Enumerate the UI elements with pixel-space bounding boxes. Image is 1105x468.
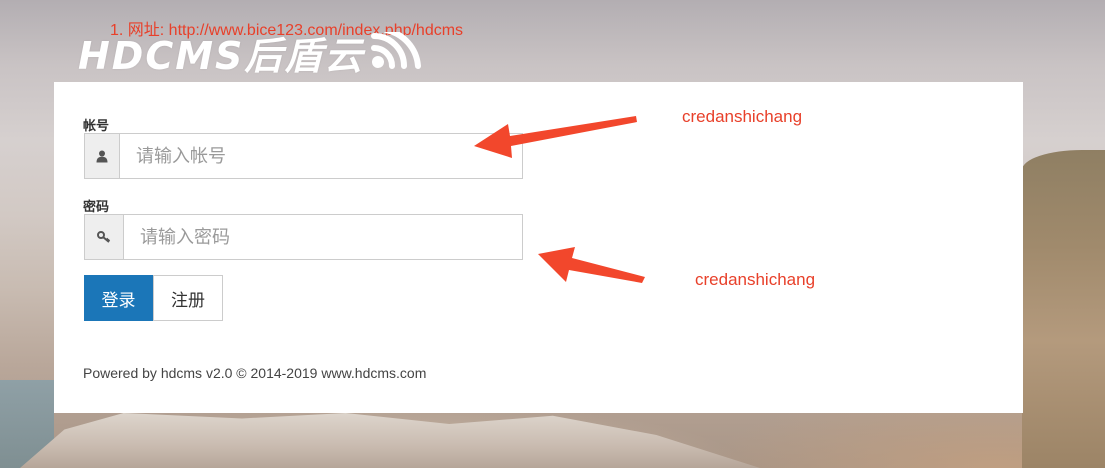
arrow-to-username-icon: [474, 116, 637, 158]
arrow-to-password-icon: [538, 247, 645, 283]
annotation-arrows: [474, 116, 645, 283]
